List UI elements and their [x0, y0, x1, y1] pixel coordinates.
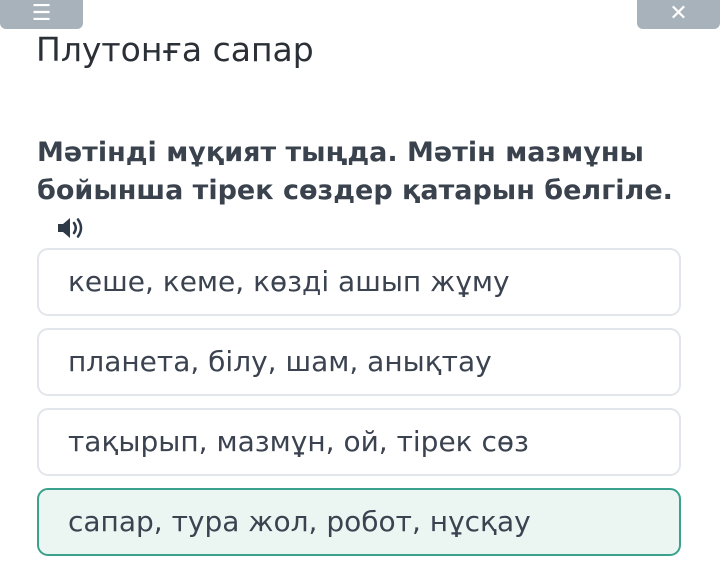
speaker-icon	[58, 218, 83, 238]
page-title: Плутонға сапар	[36, 30, 314, 69]
answer-option[interactable]: кеше, кеме, көзді ашып жұму	[37, 248, 681, 316]
answer-option[interactable]: тақырып, мазмұн, ой, тірек сөз	[37, 408, 681, 476]
answer-option[interactable]: планета, білу, шам, анықтау	[37, 328, 681, 396]
answer-option-selected[interactable]: сапар, тура жол, робот, нұсқау	[37, 488, 681, 556]
question-text: Мәтінді мұқият тыңда. Мәтін мазмұны бойы…	[37, 137, 673, 206]
play-audio-button[interactable]	[55, 214, 87, 242]
answer-option-label: планета, білу, шам, анықтау	[68, 345, 492, 378]
answer-option-label: кеше, кеме, көзді ашып жұму	[68, 265, 510, 298]
answer-option-label: сапар, тура жол, робот, нұсқау	[68, 505, 531, 538]
close-icon: ✕	[669, 1, 688, 26]
answer-option-label: тақырып, мазмұн, ой, тірек сөз	[68, 425, 529, 458]
close-button[interactable]: ✕	[637, 0, 720, 29]
menu-button[interactable]: ☰	[0, 0, 83, 29]
menu-icon: ☰	[31, 1, 52, 26]
